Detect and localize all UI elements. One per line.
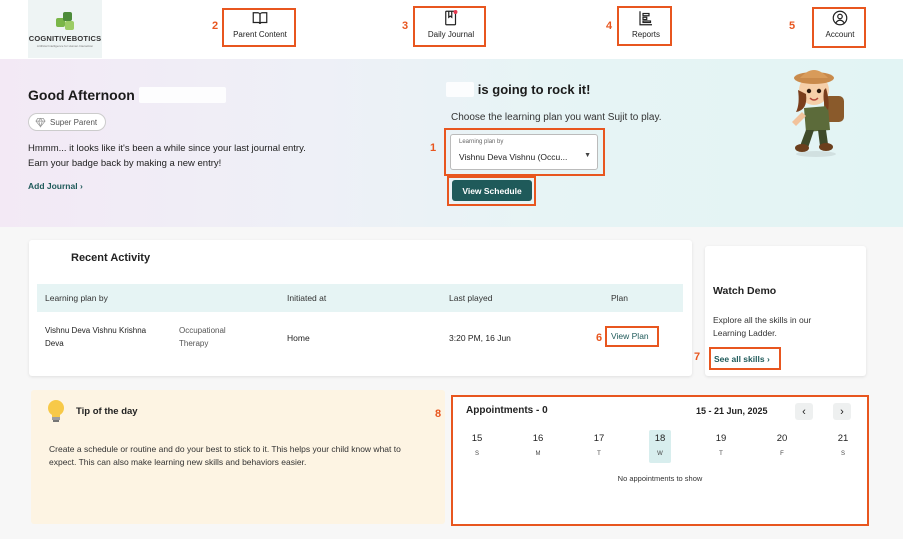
rock-text: is going to rock it! (477, 82, 591, 97)
choose-plan-text: Choose the learning plan you want Sujit … (451, 112, 662, 123)
watch-demo-title: Watch Demo (713, 285, 777, 297)
highlight-box-reports (617, 6, 672, 46)
column-header-initiated-at: Initiated at (287, 293, 327, 303)
column-header-plan-by: Learning plan by (45, 293, 108, 303)
tip-title: Tip of the day (76, 406, 138, 417)
highlight-box-parent-content (222, 8, 296, 47)
rock-heading: Sujit is going to rock it! (446, 82, 590, 97)
chevron-right-icon: › (79, 181, 83, 191)
annotation-number-6: 6 (596, 332, 603, 344)
recent-activity-title: Recent Activity (71, 252, 151, 264)
logo-text: COGNITIVEBOTICS (28, 34, 102, 43)
highlight-box-view-plan (605, 326, 659, 347)
annotation-number-5: 5 (789, 20, 796, 32)
highlight-box-view-schedule (447, 176, 536, 206)
therapy-line2: Therapy (179, 339, 209, 348)
child-name: Sujit (446, 82, 475, 97)
annotation-number-7: 7 (694, 351, 701, 363)
annotation-number-3: 3 (402, 20, 409, 32)
annotation-number-2: 2 (212, 20, 219, 32)
cognitivebotics-logo[interactable]: COGNITIVEBOTICS Artificial Intelligence … (28, 0, 102, 58)
annotation-number-4: 4 (606, 20, 613, 32)
greeting-text: Good Afternoon Test Raghav! (28, 87, 226, 103)
logo-tagline: Artificial Intelligence for Human Intera… (36, 44, 94, 48)
annotation-number-1: 1 (430, 142, 437, 154)
diamond-icon (35, 117, 46, 128)
journal-reminder-line1: Hmmm... it looks like it's been a while … (28, 143, 306, 154)
lightbulb-icon (48, 400, 64, 422)
add-journal-link[interactable]: Add Journal › (28, 181, 83, 191)
last-played-cell: 3:20 PM, 16 Jun (449, 333, 511, 343)
add-journal-label: Add Journal (28, 181, 78, 191)
explorer-girl-illustration (792, 70, 844, 157)
journal-reminder-line2: Earn your badge back by making a new ent… (28, 158, 222, 169)
highlight-box-appointments (451, 395, 869, 526)
badge-label: Super Parent (50, 117, 98, 127)
highlight-box-daily-journal (413, 6, 486, 47)
super-parent-badge: Super Parent (28, 113, 107, 131)
highlight-box-see-all-skills (709, 347, 781, 370)
recent-activity-child-name: Sujit (37, 252, 69, 264)
tip-text: Create a schedule or routine and do your… (49, 444, 401, 467)
greeting-name: Test Raghav! (138, 87, 226, 103)
plan-by-line1: Vishnu Deva Vishnu Krishna (45, 326, 147, 335)
watch-demo-text: Explore all the skills in our Learning L… (713, 315, 812, 338)
highlight-box-learning-plan (444, 128, 605, 176)
column-header-plan: Plan (611, 293, 629, 303)
puzzle-logo-icon (54, 10, 76, 32)
therapy-line1: Occupational (179, 326, 226, 335)
annotation-number-8: 8 (435, 408, 442, 420)
greeting-label: Good Afternoon (28, 87, 135, 103)
journal-reminder: Hmmm... it looks like it's been a while … (28, 141, 306, 171)
plan-by-line2: Deva (45, 339, 64, 348)
column-header-last-played: Last played (449, 293, 493, 303)
page: COGNITIVEBOTICS Artificial Intelligence … (0, 0, 903, 539)
initiated-at-cell: Home (287, 333, 310, 343)
highlight-box-account (812, 7, 866, 48)
activity-table-header (37, 284, 683, 312)
